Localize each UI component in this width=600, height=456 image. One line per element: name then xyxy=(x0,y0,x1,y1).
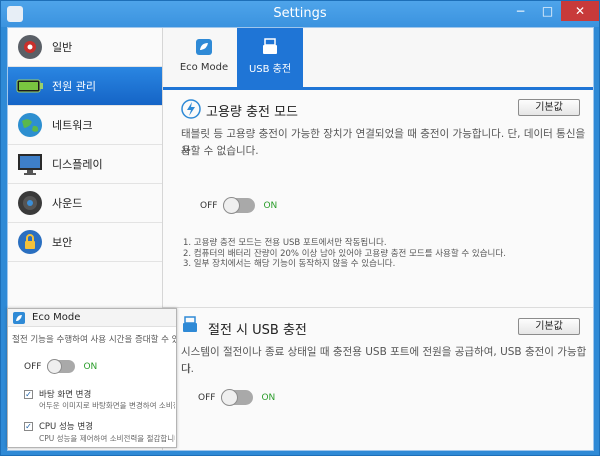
section-title: 고용량 충전 모드 xyxy=(206,105,298,120)
toggle-on-label: ON xyxy=(83,361,98,372)
sidebar-item-label: 디스플레이 xyxy=(52,158,103,171)
usb-charge-icon xyxy=(183,316,197,332)
speaker-icon xyxy=(18,191,42,215)
settings-window: Settings − □ ✕ 일반 전원 관리 네트워크 디스플레이 사운드 보… xyxy=(0,0,600,456)
toggle-knob xyxy=(223,197,241,214)
toggle-on-label: ON xyxy=(261,392,276,403)
section-description: 용할 수 없습니다. xyxy=(181,145,259,157)
sidebar-item-network[interactable]: 네트워크 xyxy=(8,106,162,145)
popup-header: Eco Mode xyxy=(8,309,176,327)
eco-mode-popup: Eco Mode 절전 기능을 수행하여 사용 시간을 증대할 수 있 OFF … xyxy=(7,308,177,448)
wallpaper-checkbox[interactable]: ✓ xyxy=(24,390,33,399)
battery-icon xyxy=(16,79,43,93)
sidebar-item-power[interactable]: 전원 관리 xyxy=(8,67,162,106)
tab-usb-charge[interactable]: USB 충전 xyxy=(237,28,303,87)
sidebar-item-label: 사운드 xyxy=(52,197,83,210)
sidebar-item-general[interactable]: 일반 xyxy=(8,28,162,67)
usb-charge-toggle-row: OFF ON xyxy=(198,389,276,406)
tab-eco-mode[interactable]: Eco Mode xyxy=(171,28,237,87)
option-description: 어두운 이미지로 바탕화면을 변경하여 소비전력 xyxy=(39,401,175,410)
default-button[interactable]: 기본값 xyxy=(518,99,580,116)
sidebar-item-label: 일반 xyxy=(52,41,73,54)
settings-gear-icon xyxy=(18,35,42,59)
tab-label: USB 충전 xyxy=(248,64,292,75)
notes-list: 1. 고용량 충전 모드는 전용 USB 포트에서만 작동됩니다. 2. 컴퓨터… xyxy=(183,238,506,270)
default-button[interactable]: 기본값 xyxy=(518,318,580,335)
maximize-button[interactable]: □ xyxy=(534,1,561,21)
toggle-off-label: OFF xyxy=(200,200,218,211)
globe-icon xyxy=(18,113,42,137)
lightning-icon xyxy=(181,99,201,119)
section-description: 다. xyxy=(181,363,194,375)
toggle-off-label: OFF xyxy=(198,392,216,403)
sidebar-item-label: 네트워크 xyxy=(52,119,93,132)
toggle-knob xyxy=(47,359,63,374)
tab-label: Eco Mode xyxy=(179,62,229,73)
leaf-icon xyxy=(196,39,212,55)
minimize-button[interactable]: − xyxy=(507,1,534,21)
toggle-knob xyxy=(221,389,239,406)
monitor-icon xyxy=(18,154,42,175)
eco-mode-toggle[interactable] xyxy=(47,359,76,374)
popup-description: 절전 기능을 수행하여 사용 시간을 증대할 수 있 xyxy=(12,335,176,345)
close-button[interactable]: ✕ xyxy=(561,1,599,21)
sidebar-item-display[interactable]: 디스플레이 xyxy=(8,145,162,184)
usb-icon xyxy=(263,38,277,54)
section-divider xyxy=(163,307,593,308)
eco-toggle-row: OFF ON xyxy=(24,359,98,374)
sidebar-item-security[interactable]: 보안 xyxy=(8,223,162,262)
lock-icon xyxy=(18,230,42,254)
leaf-icon xyxy=(13,312,25,324)
toggle-off-label: OFF xyxy=(24,361,42,372)
note-item: 1. 고용량 충전 모드는 전용 USB 포트에서만 작동됩니다. xyxy=(183,238,387,248)
sidebar-item-sound[interactable]: 사운드 xyxy=(8,184,162,223)
note-item: 2. 컴퓨터의 배터리 잔량이 20% 이상 남아 있어야 고용량 충전 모드를… xyxy=(183,248,506,259)
cpu-performance-checkbox[interactable]: ✓ xyxy=(24,422,33,431)
sidebar-item-label: 보안 xyxy=(52,236,73,249)
sidebar-item-label: 전원 관리 xyxy=(52,80,96,93)
popup-title: Eco Mode xyxy=(32,312,81,323)
option-description: CPU 성능을 제어하여 소비전력을 절감합니다. xyxy=(39,434,175,443)
option-title: CPU 성능 변경 xyxy=(39,422,93,432)
high-current-toggle[interactable] xyxy=(223,197,256,214)
section-description: 시스템이 절전이나 종료 상태일 때 충전용 USB 포트에 전원을 공급하여,… xyxy=(181,346,587,375)
content-panel: 고용량 충전 모드 기본값 태블릿 등 고용량 충전이 가능한 장치가 연결되었… xyxy=(163,90,593,450)
tab-bar: Eco Mode USB 충전 xyxy=(163,28,593,90)
toggle-on-label: ON xyxy=(263,200,278,211)
usb-charge-toggle[interactable] xyxy=(221,389,254,406)
title-bar[interactable]: Settings − □ ✕ xyxy=(1,1,599,27)
high-current-toggle-row: OFF ON xyxy=(200,197,278,214)
note-item: 3. 일부 장치에서는 해당 기능이 동작하지 않을 수 있습니다. xyxy=(183,259,396,269)
section-title: 절전 시 USB 충전 xyxy=(208,323,307,338)
option-title: 바탕 화면 변경 xyxy=(39,390,92,400)
